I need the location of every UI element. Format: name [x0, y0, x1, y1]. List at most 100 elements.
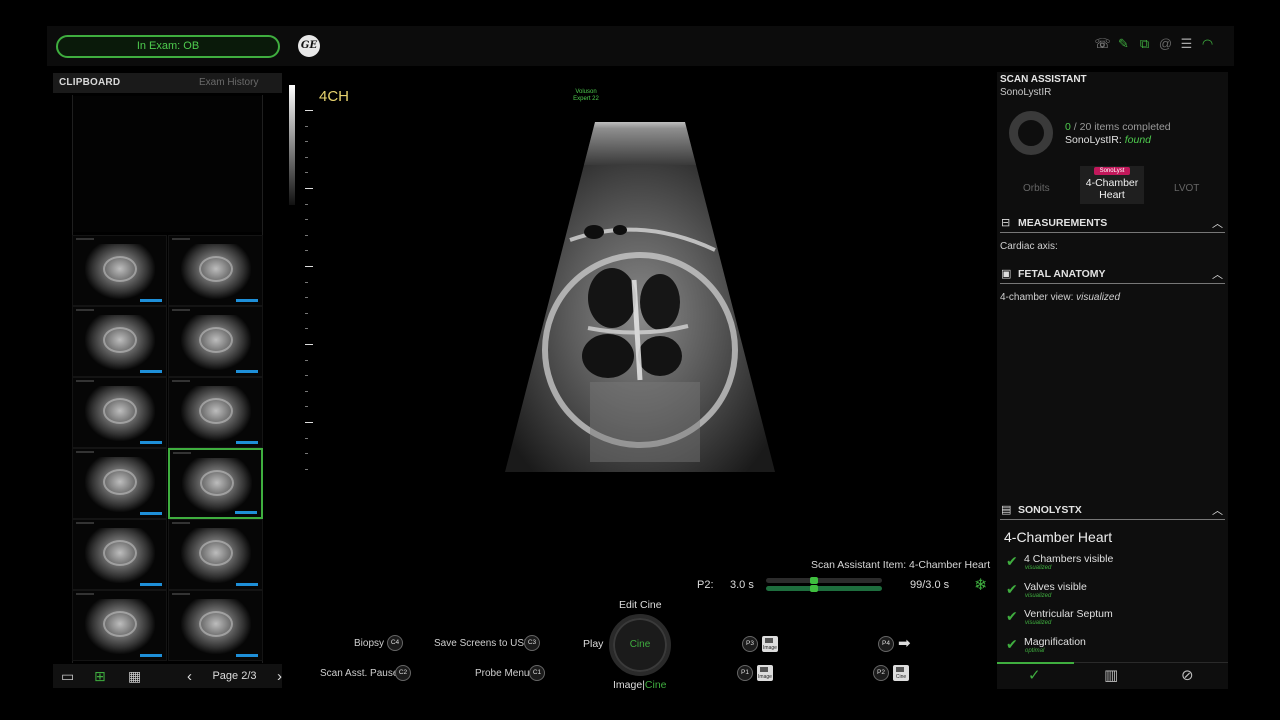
- depth-tick: [305, 375, 308, 377]
- thumb-header: [76, 522, 94, 524]
- cine-handle-bottom[interactable]: [810, 585, 818, 592]
- scan-pause-label[interactable]: Scan Asst. Pause: [320, 668, 398, 679]
- depth-tick: [305, 390, 308, 392]
- c3-key[interactable]: C3: [524, 635, 540, 651]
- clipboard-thumbnail[interactable]: [168, 448, 263, 519]
- biopsy-label[interactable]: Biopsy: [354, 638, 384, 649]
- p4-export-button[interactable]: P4 ➡: [878, 636, 911, 652]
- total-text: / 20 items completed: [1073, 121, 1171, 133]
- check-status: visualized: [1025, 620, 1052, 626]
- cine-scrollbar[interactable]: [766, 577, 882, 592]
- clipboard-thumbnail[interactable]: [72, 235, 167, 306]
- depth-tick: [305, 110, 313, 111]
- thumb-tag: [140, 512, 162, 515]
- p2-value: 3.0 s: [730, 579, 754, 591]
- probe-label: Voluson Expert 22: [566, 89, 606, 103]
- p3-key: P3: [742, 636, 758, 652]
- fetal-anatomy-header[interactable]: ▣ FETAL ANATOMY ︿: [1000, 266, 1225, 284]
- chevron-up-icon[interactable]: ︿: [1212, 502, 1223, 518]
- prev-page-button[interactable]: ‹: [187, 668, 192, 685]
- chart-tab-icon[interactable]: ▥: [1104, 666, 1118, 684]
- progress-text: 0 / 20 items completed: [1065, 121, 1171, 133]
- thumb-tag: [235, 511, 257, 514]
- cine-knob[interactable]: Cine: [609, 614, 671, 676]
- thumb-structure: [200, 470, 234, 496]
- ruler-icon: ⊟: [1001, 217, 1011, 229]
- clipboard-thumbnail[interactable]: [168, 235, 263, 306]
- thumb-header: [172, 238, 190, 240]
- thumb-header: [76, 238, 94, 240]
- clipboard-thumbnail[interactable]: [168, 519, 263, 590]
- checklist-tab-icon[interactable]: ✓: [1028, 666, 1041, 684]
- exam-history-tab[interactable]: Exam History: [199, 77, 258, 88]
- layout-grid3-icon[interactable]: ▦: [128, 668, 141, 685]
- measurements-title: MEASUREMENTS: [1018, 217, 1108, 229]
- cardiac-axis-line: Cardiac axis:: [1000, 241, 1058, 252]
- depth-tick: [305, 250, 308, 252]
- p1-save-image-button[interactable]: P1 Image: [737, 665, 773, 681]
- cine-knob-label: Cine: [629, 639, 651, 650]
- thumbnail-grid: [72, 235, 263, 661]
- carousel-next-item[interactable]: LVOT: [1174, 183, 1199, 194]
- network-icon[interactable]: ⧉: [1136, 36, 1153, 52]
- exam-status-button[interactable]: In Exam: OB: [56, 35, 280, 58]
- clipboard-thumbnail[interactable]: [72, 590, 167, 661]
- thumb-header: [172, 380, 190, 382]
- ge-logo: GE: [298, 35, 320, 57]
- depth-tick: [305, 172, 308, 174]
- edit-cine-label[interactable]: Edit Cine: [619, 599, 662, 611]
- thumb-tag: [140, 299, 162, 302]
- item-carousel: Orbits SonoLyst 4-Chamber Heart LVOT: [1000, 166, 1224, 206]
- c1-key[interactable]: C1: [529, 665, 545, 681]
- freeze-icon[interactable]: ❄: [974, 575, 987, 595]
- thumb-header: [172, 593, 190, 595]
- clipboard-tab[interactable]: CLIPBOARD: [59, 77, 120, 88]
- progress-ring: [1009, 111, 1053, 155]
- at-icon[interactable]: @: [1157, 36, 1174, 52]
- clipboard-thumbnail[interactable]: [72, 377, 167, 448]
- thumb-structure: [199, 611, 233, 637]
- depth-tick: [305, 406, 308, 408]
- clipboard-thumbnail[interactable]: [72, 519, 167, 590]
- save-image-icon: Image: [757, 665, 773, 681]
- save-usb-label[interactable]: Save Screens to USB: [434, 638, 531, 649]
- check-label: Magnification: [1024, 635, 1086, 648]
- layout-grid2-icon[interactable]: ⊞: [94, 668, 106, 685]
- c2-key[interactable]: C2: [395, 665, 411, 681]
- p3-save-image-button[interactable]: P3 Image: [742, 636, 778, 652]
- play-label[interactable]: Play: [583, 638, 603, 650]
- sonolystx-heading: 4-Chamber Heart: [1004, 529, 1113, 545]
- chevron-up-icon[interactable]: ︿: [1212, 215, 1223, 231]
- probe-menu-label[interactable]: Probe Menu: [475, 668, 529, 679]
- carousel-current-label: 4-Chamber Heart: [1085, 177, 1139, 201]
- depth-tick: [305, 234, 308, 236]
- wifi-icon[interactable]: ◠: [1199, 36, 1216, 52]
- depth-tick: [305, 188, 313, 189]
- layout-single-icon[interactable]: ▭: [61, 668, 74, 685]
- clipboard-thumbnail[interactable]: [72, 306, 167, 377]
- pen-icon[interactable]: ✎: [1115, 36, 1132, 52]
- report-icon[interactable]: ☰: [1178, 36, 1195, 52]
- disable-tab-icon[interactable]: ⊘: [1181, 666, 1194, 684]
- depth-tick: [305, 125, 308, 127]
- sonolystx-header[interactable]: ▤ SONOLYSTX ︿: [1000, 502, 1225, 520]
- next-page-button[interactable]: ›: [277, 668, 282, 685]
- image-cine-toggle[interactable]: Image|Cine: [613, 679, 667, 691]
- p2-save-cine-button[interactable]: P2 Cine: [873, 665, 909, 681]
- clipboard-thumbnail[interactable]: [168, 590, 263, 661]
- phone-icon[interactable]: ☏: [1094, 36, 1111, 52]
- clipboard-thumbnail[interactable]: [168, 306, 263, 377]
- carousel-prev-item[interactable]: Orbits: [1023, 183, 1050, 194]
- ultrasound-image[interactable]: [500, 120, 778, 492]
- chevron-up-icon[interactable]: ︿: [1212, 266, 1223, 282]
- clipboard-thumbnail[interactable]: [168, 377, 263, 448]
- thumb-header: [76, 380, 94, 382]
- depth-tick: [305, 203, 308, 205]
- cine-handle-top[interactable]: [810, 577, 818, 584]
- c4-key[interactable]: C4: [387, 635, 403, 651]
- thumb-tag: [140, 441, 162, 444]
- clipboard-thumbnail[interactable]: [72, 448, 167, 519]
- thumb-header: [172, 522, 190, 524]
- measurements-header[interactable]: ⊟ MEASUREMENTS ︿: [1000, 215, 1225, 233]
- depth-tick: [305, 266, 313, 267]
